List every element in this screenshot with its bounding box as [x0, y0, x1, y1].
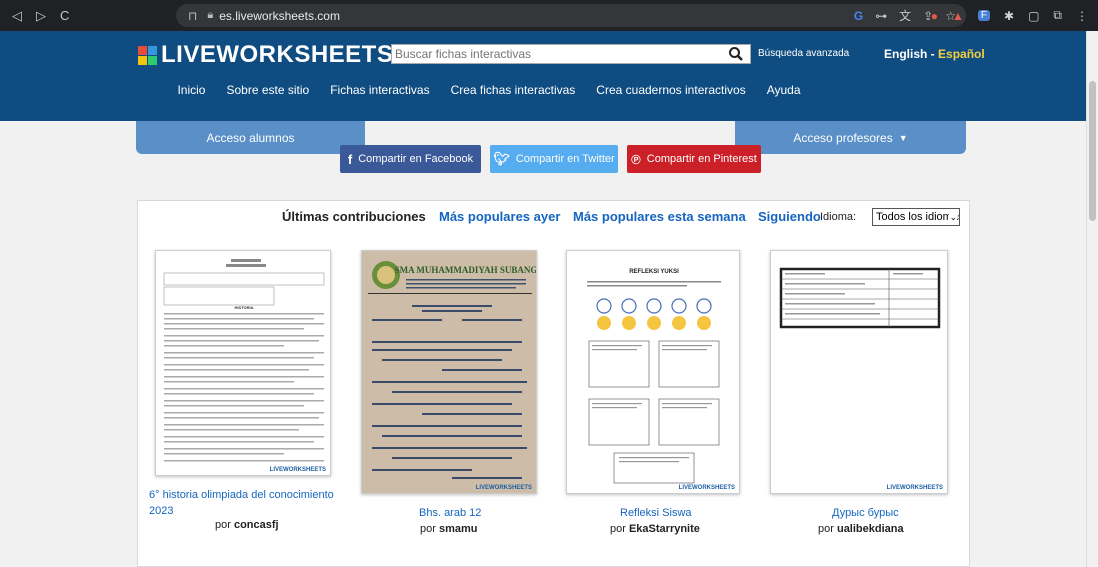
watermark-text: LIVEWORKSHEETS — [269, 467, 326, 473]
page-scrollbar[interactable] — [1086, 31, 1098, 567]
lock-icon[interactable]: 🔒︎ — [207, 9, 213, 22]
scrollbar-thumb[interactable] — [1089, 81, 1096, 221]
search-box — [391, 44, 751, 64]
author-prefix: por — [610, 523, 626, 535]
main-menu: Inicio Sobre este sitio Fichas interacti… — [0, 83, 1098, 97]
worksheets-panel: Últimas contribuciones Más populares aye… — [137, 200, 970, 567]
menu-inicio[interactable]: Inicio — [177, 83, 205, 97]
logo-blocks-icon — [138, 45, 157, 65]
thumb-heading: REFLEKSI YUKSI — [629, 269, 679, 275]
share-pinterest-label: Compartir en Pinterest — [646, 153, 757, 165]
thumb-heading: HISTORIA — [234, 305, 253, 310]
translate-icon[interactable]: 文 — [899, 7, 911, 24]
key-icon[interactable]: ⊶ — [875, 9, 887, 23]
worksheet-thumbnail[interactable]: HISTORIA LIVEWORKSHEETS — [155, 250, 331, 476]
language-filter-value: Todos los idiomas — [876, 211, 960, 223]
puzzle-icon[interactable]: ✱ — [1004, 9, 1014, 23]
worksheet-thumbnail[interactable]: LIVEWORKSHEETS — [770, 250, 948, 494]
teacher-access-label: Acceso profesores — [793, 130, 893, 145]
author-name[interactable]: smamu — [439, 523, 478, 535]
worksheet-preview-3: REFLEKSI YUKSI — [587, 269, 721, 484]
menu-icon[interactable]: ⋮ — [1076, 9, 1088, 23]
advanced-search-link[interactable]: Búsqueda avanzada — [758, 48, 849, 59]
search-icon[interactable] — [728, 46, 744, 62]
lang-english[interactable]: English — [884, 47, 927, 61]
language-switcher: English - Español — [884, 47, 985, 61]
site-header: LIVEWORKSHEETS Búsqueda avanzada English… — [0, 31, 1098, 121]
worksheet-thumbnail[interactable]: SMA MUHAMMADIYAH SUBANG LIVEWORKSHEETS — [361, 250, 537, 494]
menu-crea-fichas[interactable]: Crea fichas interactivas — [451, 83, 576, 97]
caret-down-icon: ▼ — [898, 132, 908, 143]
tab-popular-week[interactable]: Más populares esta semana — [573, 209, 746, 224]
worksheet-title-link[interactable]: 6° historia olimpiada del conocimiento 2… — [149, 487, 339, 519]
sidepanel-icon[interactable]: ▢ — [1028, 9, 1039, 23]
worksheet-thumbnail[interactable]: REFLEKSI YUKSI LIVEWORKSHEETS — [566, 250, 740, 494]
watermark-text: LIVEWORKSHEETS — [475, 485, 532, 491]
share-pinterest-button[interactable]: ℗ Compartir en Pinterest — [627, 145, 761, 173]
menu-crea-cuadernos[interactable]: Crea cuadernos interactivos — [596, 83, 745, 97]
panel-tabs: Últimas contribuciones Más populares aye… — [138, 208, 969, 229]
worksheet-title-link[interactable]: Дурыс бурыс — [832, 505, 899, 521]
profile-extension-icon[interactable]: F — [977, 10, 991, 21]
author-prefix: por — [420, 523, 436, 535]
worksheet-preview-1: HISTORIA — [163, 259, 325, 462]
window-icon[interactable]: ⧉ — [1053, 8, 1062, 23]
menu-sobre[interactable]: Sobre este sitio — [226, 83, 309, 97]
reload-icon[interactable]: C — [60, 8, 69, 24]
pinterest-icon: ℗ — [631, 151, 641, 167]
search-input[interactable] — [392, 45, 712, 63]
tab-popular-yesterday[interactable]: Más populares ayer — [439, 209, 560, 224]
tab-latest[interactable]: Últimas contribuciones — [282, 209, 426, 224]
browser-nav: ◁ ▷ C — [12, 8, 162, 24]
menu-fichas[interactable]: Fichas interactivas — [330, 83, 429, 97]
bookmark-icon[interactable]: ⊓ — [188, 9, 197, 23]
logo-text: LIVEWORKSHEETS — [161, 41, 394, 68]
thumb-school: SMA MUHAMMADIYAH SUBANG — [395, 265, 537, 275]
teacher-access-button[interactable]: Acceso profesores ▼ — [735, 121, 966, 154]
lang-separator: - — [927, 47, 939, 61]
back-icon[interactable]: ◁ — [12, 8, 22, 24]
worksheet-preview-2: SMA MUHAMMADIYAH SUBANG — [362, 251, 537, 493]
share-twitter-button[interactable]: 🐦︎ Compartir en Twitter — [490, 145, 618, 173]
watermark-text: LIVEWORKSHEETS — [886, 485, 943, 491]
share-facebook-label: Compartir en Facebook — [358, 153, 474, 165]
worksheet-author: por concasfj — [215, 519, 279, 531]
language-filter-label: Idioma: — [820, 211, 857, 223]
google-icon[interactable]: G — [854, 9, 863, 23]
share-twitter-label: Compartir en Twitter — [515, 153, 615, 165]
share-facebook-button[interactable]: f Compartir en Facebook — [340, 145, 481, 173]
author-name[interactable]: EkaStarrynite — [629, 523, 700, 535]
extensions-bar: ● ▲ F ✱ ▢ ⧉ ⋮ — [931, 0, 1088, 31]
worksheet-title-link[interactable]: Refleksi Siswa — [620, 505, 692, 521]
author-name[interactable]: ualibekdiana — [837, 523, 904, 535]
forward-icon[interactable]: ▷ — [36, 8, 46, 24]
author-prefix: por — [215, 519, 231, 531]
vpn-icon[interactable]: ▲ — [952, 9, 964, 23]
watermark-text: LIVEWORKSHEETS — [678, 485, 735, 491]
author-prefix: por — [818, 523, 834, 535]
language-filter-select[interactable]: Todos los idiomas ⌄ — [872, 208, 960, 226]
author-name[interactable]: concasfj — [234, 519, 279, 531]
chevron-down-icon: ⌄ — [949, 212, 957, 223]
browser-toolbar: ◁ ▷ C ⊓ 🔒︎ es.liveworksheets.com G ⊶ 文 ⇪… — [0, 0, 1098, 31]
worksheet-author: por EkaStarrynite — [610, 523, 700, 535]
url-text: es.liveworksheets.com — [219, 8, 340, 23]
facebook-icon: f — [347, 151, 353, 167]
worksheet-preview-4 — [779, 267, 941, 329]
address-bar[interactable]: ⊓ 🔒︎ es.liveworksheets.com G ⊶ 文 ⇪ ☆ — [176, 4, 966, 27]
worksheet-author: por smamu — [420, 523, 478, 535]
twitter-icon: 🐦︎ — [493, 151, 510, 166]
worksheet-author: por ualibekdiana — [818, 523, 904, 535]
worksheet-title-link[interactable]: Bhs. arab 12 — [419, 505, 481, 521]
tab-following[interactable]: Siguiendo — [758, 209, 821, 224]
lang-spanish[interactable]: Español — [938, 47, 985, 61]
site-logo[interactable]: LIVEWORKSHEETS — [138, 41, 393, 69]
extension-icon[interactable]: ● — [931, 9, 938, 23]
student-access-button[interactable]: Acceso alumnos — [136, 121, 365, 154]
menu-ayuda[interactable]: Ayuda — [767, 83, 801, 97]
student-access-label: Acceso alumnos — [206, 130, 295, 145]
